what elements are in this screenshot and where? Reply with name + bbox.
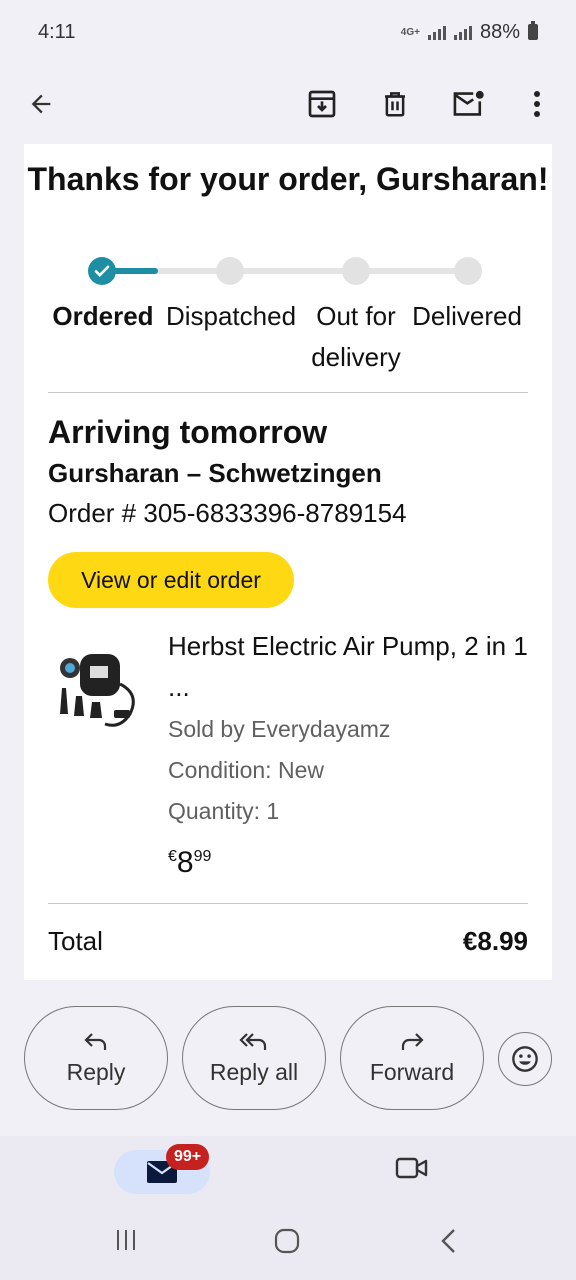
reply-all-icon <box>239 1032 267 1050</box>
reply-icon <box>84 1032 107 1050</box>
arrow-back-icon <box>31 94 51 114</box>
video-camera-icon <box>395 1157 428 1179</box>
forward-icon <box>401 1032 424 1050</box>
product-price: €899 <box>168 846 211 880</box>
delete-button[interactable] <box>367 76 423 132</box>
archive-icon <box>308 90 336 118</box>
trash-icon <box>385 92 405 117</box>
total-value: €8.99 <box>462 926 528 956</box>
recent-apps-button[interactable] <box>114 1228 138 1257</box>
system-back-button[interactable] <box>440 1228 458 1259</box>
status-time: 4:11 <box>38 20 76 43</box>
more-options-button[interactable] <box>509 76 565 132</box>
price-currency: € <box>168 848 177 865</box>
battery-icon <box>528 21 538 40</box>
signal-icon-2 <box>453 24 472 40</box>
product-quantity: Quantity: 1 <box>168 798 280 824</box>
unread-count-badge: 99+ <box>166 1144 210 1170</box>
reply-label: Reply <box>66 1058 126 1085</box>
mark-unread-icon <box>453 90 484 116</box>
emoji-smile-icon <box>512 1046 538 1072</box>
step-label-dispatched: Dispatched <box>165 301 297 331</box>
archive-button[interactable] <box>294 76 350 132</box>
battery-percent: 88% <box>479 20 520 43</box>
reply-all-label: Reply all <box>209 1058 299 1085</box>
forward-button[interactable]: Forward <box>340 1006 484 1110</box>
reply-all-button[interactable]: Reply all <box>182 1006 326 1110</box>
nav-meet-tab[interactable] <box>395 1155 429 1186</box>
network-type-label: 4G+ <box>400 26 420 38</box>
air-pump-image <box>60 654 135 727</box>
step-out-for-delivery-dot <box>342 257 370 285</box>
home-icon <box>274 1228 300 1254</box>
checkmark-icon <box>94 265 110 277</box>
product-condition: Condition: New <box>168 757 324 783</box>
add-reaction-button[interactable] <box>498 1032 552 1086</box>
reply-button[interactable]: Reply <box>24 1006 168 1110</box>
arrival-status: Arriving tomorrow <box>48 414 328 450</box>
order-number: Order # 305-6833396-8789154 <box>48 498 407 528</box>
total-label: Total <box>48 926 103 956</box>
price-fraction: 99 <box>193 848 212 865</box>
price-whole: 8 <box>176 846 194 879</box>
ship-to: Gursharan – Schwetzingen <box>48 458 382 488</box>
step-ordered-dot <box>88 257 116 285</box>
product-title[interactable]: Herbst Electric Air Pump, 2 in 1 ... <box>168 626 528 708</box>
divider <box>48 903 528 904</box>
signal-icon <box>427 24 446 40</box>
chevron-left-icon <box>441 1229 455 1253</box>
product-seller: Sold by Everydayamz <box>168 716 391 742</box>
order-heading: Thanks for your order, Gursharan! <box>27 161 549 197</box>
step-dispatched-dot <box>216 257 244 285</box>
back-button[interactable] <box>13 76 69 132</box>
view-or-edit-order-button[interactable]: View or edit order <box>48 552 294 608</box>
forward-label: Forward <box>369 1058 455 1085</box>
product-image[interactable] <box>50 644 150 734</box>
step-label-out-for-delivery: Out for delivery <box>311 301 401 372</box>
step-label-ordered: Ordered <box>52 301 154 331</box>
recent-apps-icon <box>117 1230 135 1250</box>
step-label-delivered: Delivered <box>412 301 522 331</box>
mark-unread-button[interactable] <box>440 76 496 132</box>
more-vert-icon <box>534 91 540 117</box>
home-button[interactable] <box>274 1228 300 1259</box>
divider <box>48 392 528 393</box>
step-delivered-dot <box>454 257 482 285</box>
status-bar: 4:11 4G+ 88% <box>0 0 576 64</box>
status-icons: 4G+ 88% <box>401 21 538 44</box>
email-toolbar <box>0 64 576 144</box>
